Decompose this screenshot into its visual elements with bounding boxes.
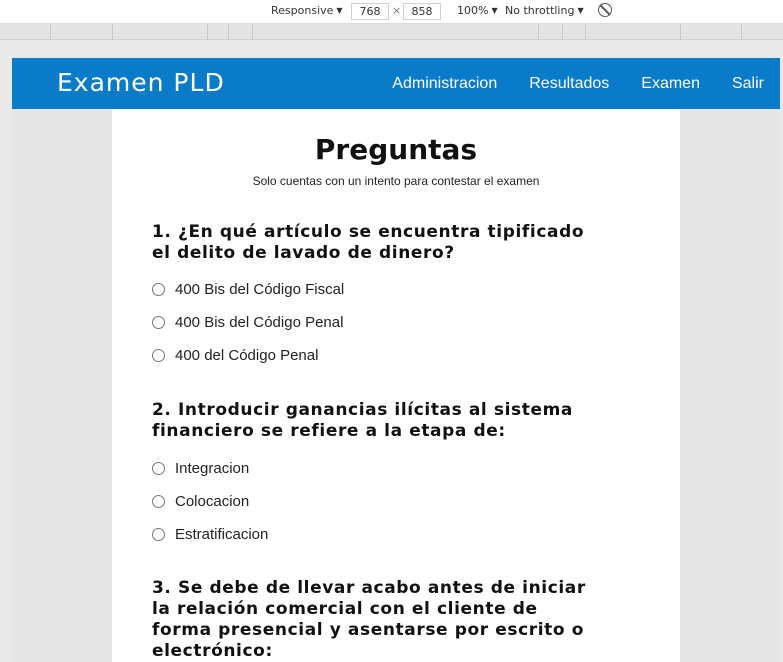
radio-button[interactable]: [152, 283, 165, 296]
question-3: 3. Se debe de llevar acabo antes de inic…: [152, 578, 586, 661]
throttling-label: No throttling: [505, 4, 575, 17]
answer-option[interactable]: Integracion: [152, 460, 249, 477]
chevron-down-icon: ▼: [491, 6, 498, 15]
devtools-toolbar: Responsive ▼ 768 × 858 100% ▼ No throttlin…: [0, 0, 783, 24]
answer-option[interactable]: Estratificacion: [152, 526, 268, 543]
chevron-down-icon: ▼: [336, 6, 343, 15]
option-label: 400 Bis del Código Penal: [175, 314, 344, 331]
brand-logo[interactable]: Examen PLD: [57, 68, 225, 97]
nav-link-salir[interactable]: Salir: [732, 75, 764, 93]
media-query-ruler: [0, 24, 783, 40]
device-select[interactable]: Responsive ▼: [271, 4, 343, 17]
device-label: Responsive: [271, 4, 334, 17]
viewport-width-input[interactable]: 768: [351, 3, 389, 20]
zoom-label: 100%: [457, 4, 489, 17]
question-1: 1. ¿En qué artículo se encuentra tipific…: [152, 222, 585, 263]
navbar: Examen PLD Administracion Resultados Exa…: [12, 58, 780, 109]
zoom-select[interactable]: 100% ▼: [457, 4, 498, 17]
page-subtitle: Solo cuentas con un intento para contest…: [252, 174, 540, 188]
chevron-down-icon: ▼: [577, 6, 584, 15]
radio-button[interactable]: [152, 316, 165, 329]
nav-link-examen[interactable]: Examen: [641, 75, 700, 93]
answer-option[interactable]: 400 del Código Penal: [152, 347, 318, 364]
option-label: Estratificacion: [175, 526, 269, 543]
answer-option[interactable]: 400 Bis del Código Penal: [152, 314, 343, 331]
answer-option[interactable]: Colocacion: [152, 493, 249, 510]
option-label: 400 del Código Penal: [175, 347, 319, 364]
throttling-select[interactable]: No throttling ▼: [505, 4, 584, 17]
option-label: Integracion: [175, 460, 250, 477]
answer-option[interactable]: 400 Bis del Código Fiscal: [152, 281, 344, 298]
nav-link-administracion[interactable]: Administracion: [392, 75, 497, 93]
radio-button[interactable]: [152, 349, 165, 362]
times-icon: ×: [392, 4, 402, 17]
page-viewport: Examen PLD Administracion Resultados Exa…: [12, 58, 780, 662]
rotate-icon[interactable]: [598, 3, 612, 17]
nav-links: Administracion Resultados Examen Salir: [392, 75, 764, 93]
radio-button[interactable]: [152, 495, 165, 508]
option-label: Colocacion: [175, 493, 250, 510]
exam-card: Preguntas Solo cuentas con un intento pa…: [112, 109, 680, 662]
question-2: 2. Introducir ganancias ilícitas al sist…: [152, 400, 573, 441]
viewport-height-input[interactable]: 858: [403, 3, 441, 20]
page-title: Preguntas: [314, 133, 478, 166]
radio-button[interactable]: [152, 528, 165, 541]
option-label: 400 Bis del Código Fiscal: [175, 281, 345, 298]
nav-link-resultados[interactable]: Resultados: [529, 75, 609, 93]
radio-button[interactable]: [152, 462, 165, 475]
